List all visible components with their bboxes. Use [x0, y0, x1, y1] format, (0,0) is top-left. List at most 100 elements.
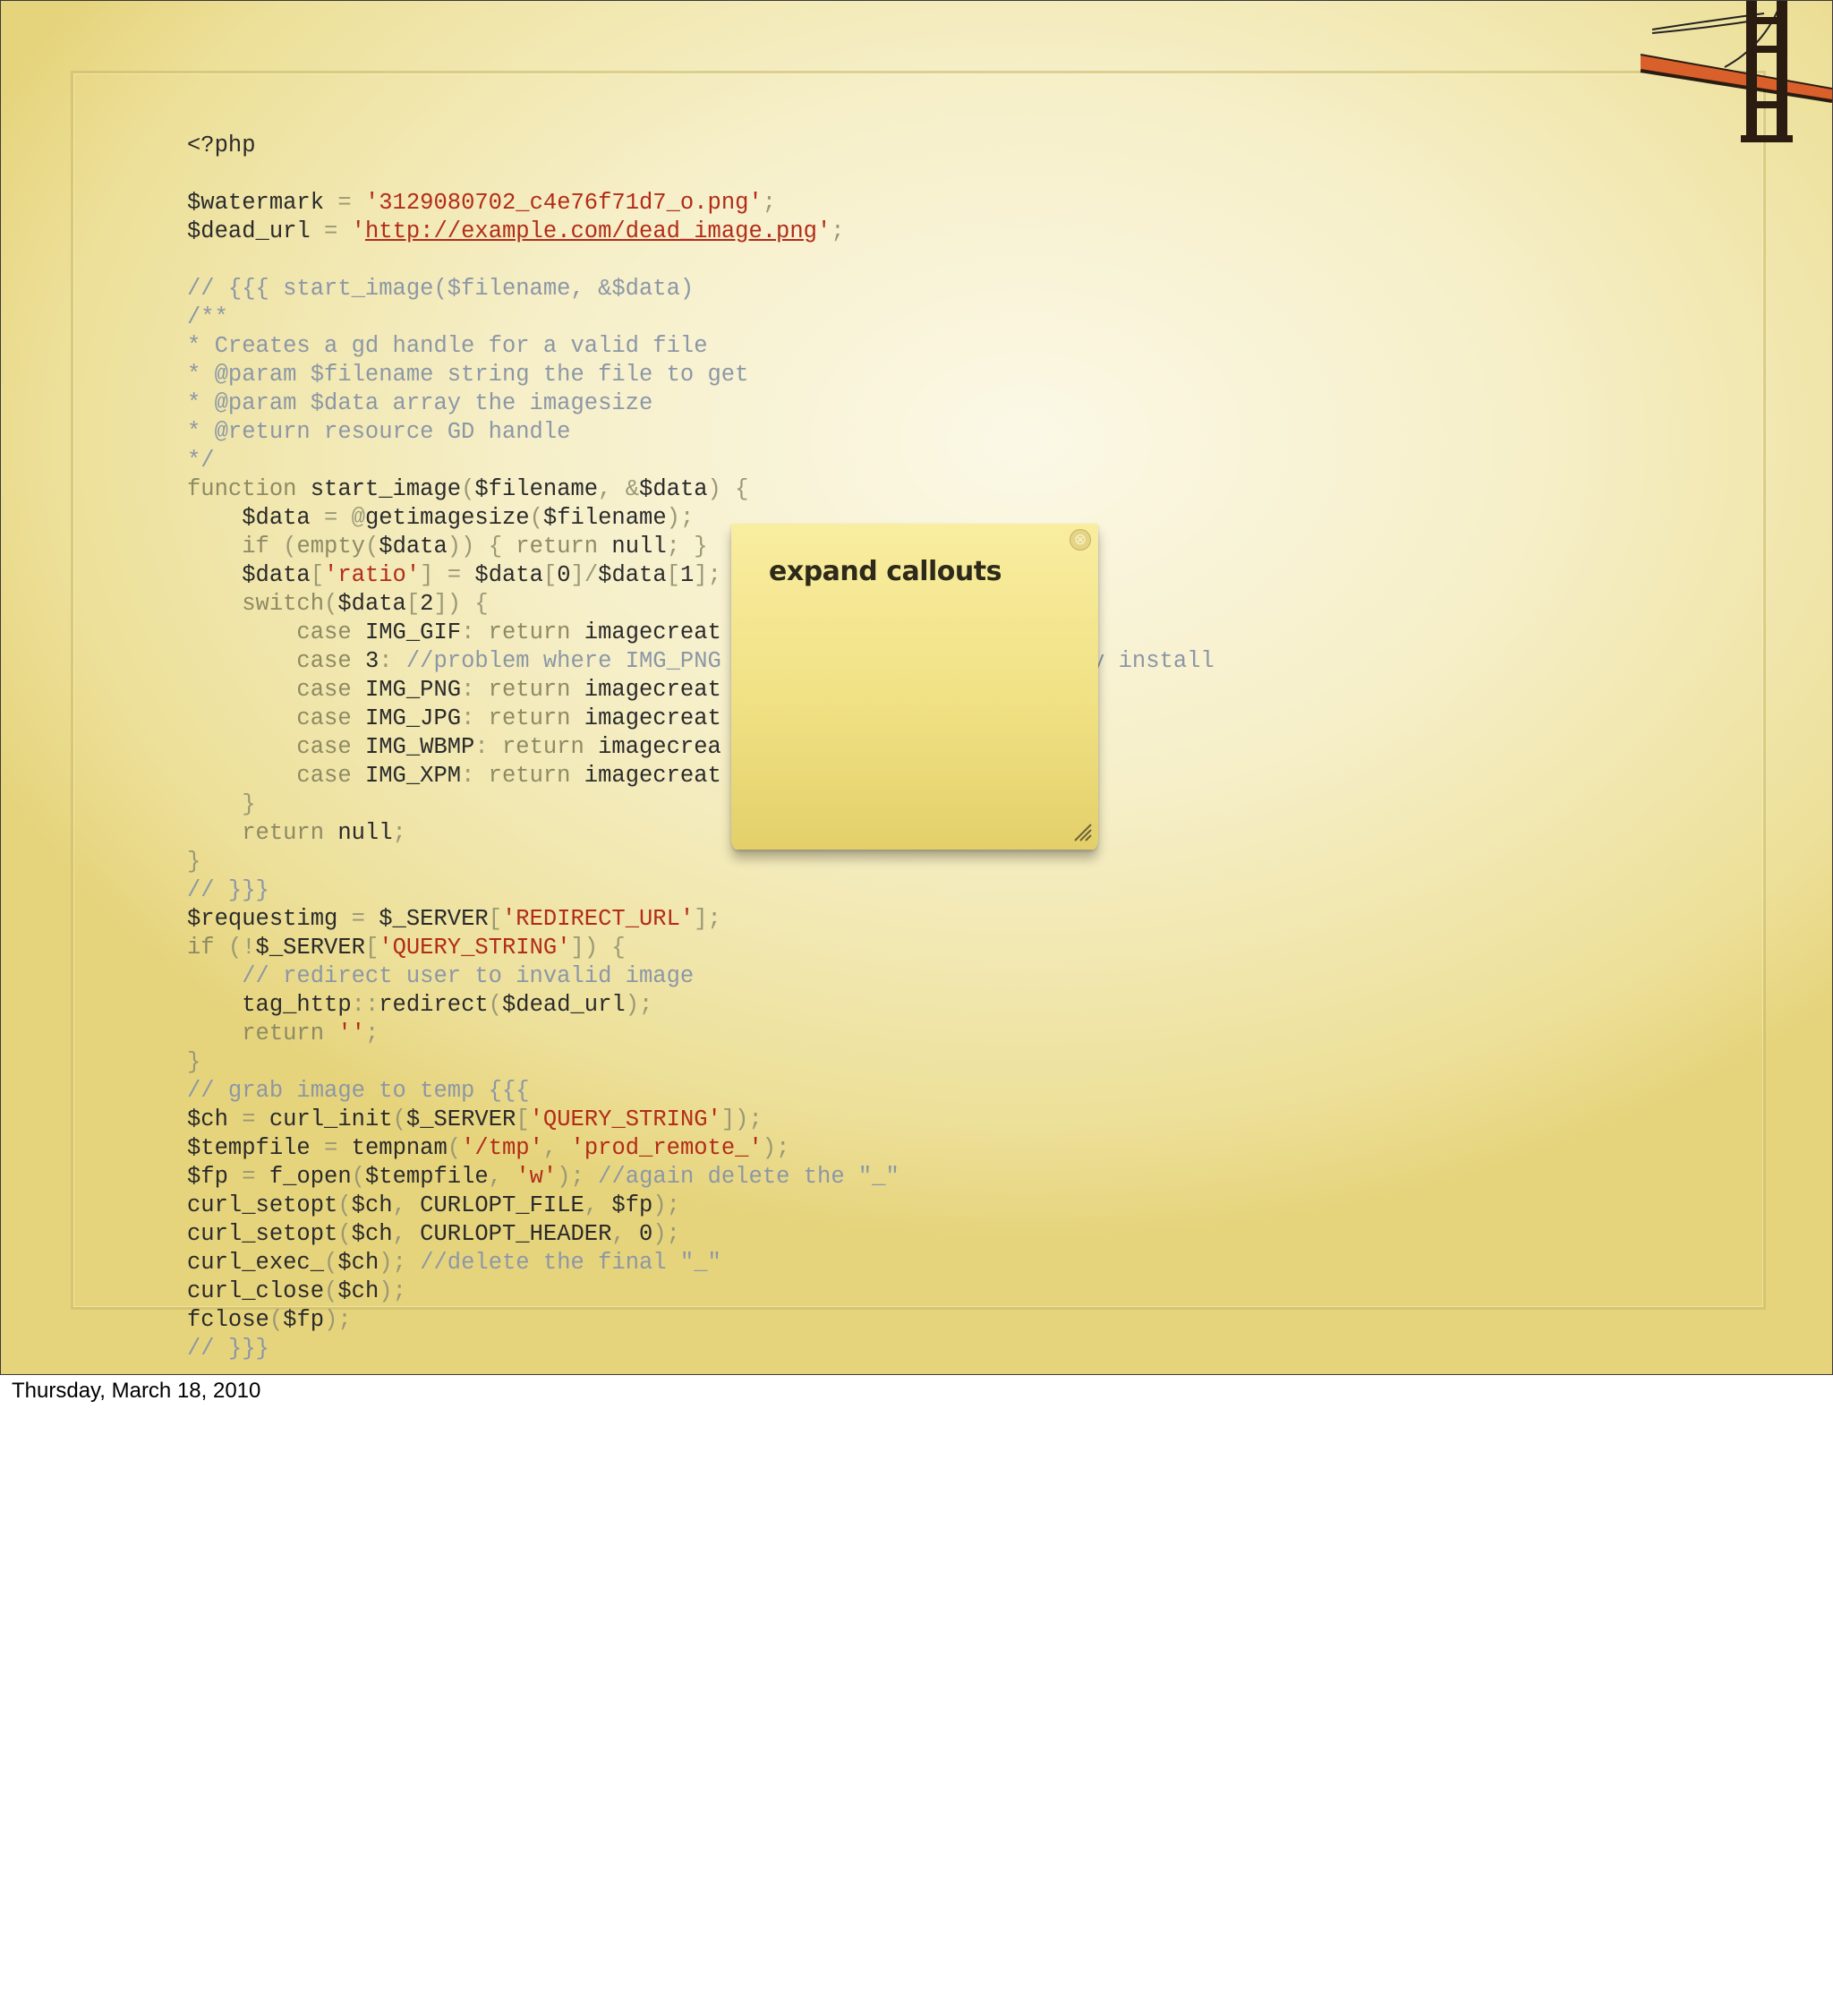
code-line: curl_setopt($ch, CURLOPT_HEADER, 0);	[187, 1220, 1215, 1249]
code-line: $watermark = '3129080702_c4e76f71d7_o.pn…	[187, 189, 1215, 218]
code-token: [	[488, 906, 502, 932]
code-token: empty	[296, 534, 365, 560]
code-token: case	[187, 648, 365, 674]
code-token: (	[364, 534, 379, 560]
code-token: = @	[310, 505, 365, 531]
code-token: $data	[187, 505, 311, 531]
code-token: $fp	[283, 1307, 325, 1333]
code-token: (	[324, 1250, 338, 1276]
code-token: case	[187, 705, 365, 731]
code-token: 0	[639, 1221, 653, 1247]
code-token: ]/	[570, 562, 599, 588]
code-token: ::	[351, 992, 379, 1018]
code-token: ,	[542, 1135, 571, 1161]
code-token: return	[488, 619, 584, 645]
code-token: [	[542, 562, 558, 588]
code-token: (	[324, 591, 338, 617]
code-token: 'w'	[516, 1164, 558, 1190]
code-line: // {{{ start_image($filename, &$data)	[187, 275, 1215, 303]
code-line: $requestimg = $_SERVER['REDIRECT_URL'];	[187, 905, 1215, 934]
code-token: $dead_url	[501, 992, 626, 1018]
code-token: $data	[337, 591, 406, 617]
code-token: // redirect user to invalid image	[187, 963, 695, 989]
code-token: =	[227, 1106, 269, 1132]
code-token: $watermark	[187, 190, 325, 216]
code-token: http://example.com/dead_image.png	[364, 218, 817, 244]
code-token: );	[324, 1307, 352, 1333]
code-token: return	[488, 677, 584, 703]
code-token: $ch	[337, 1250, 379, 1276]
code-token: );	[762, 1135, 790, 1161]
code-token: imagecreat	[584, 763, 721, 789]
code-token: curl_setopt	[187, 1221, 338, 1247]
code-token: //again delete the "_"	[598, 1164, 899, 1190]
code-token: imagecreat	[584, 619, 721, 645]
code-token: null	[337, 820, 393, 846]
code-line: function start_image($filename, &$data) …	[187, 475, 1215, 504]
code-line: curl_setopt($ch, CURLOPT_FILE, $fp);	[187, 1192, 1215, 1220]
code-token: */	[187, 448, 215, 474]
sticky-note[interactable]: ⊗ expand callouts	[731, 524, 1098, 850]
code-token: 'prod_remote_'	[570, 1135, 763, 1161]
code-line: // }}}	[187, 1335, 1215, 1363]
code-token: * @return resource GD handle	[187, 419, 571, 445]
code-token: 1	[679, 562, 695, 588]
code-token: // }}}	[187, 1336, 269, 1362]
code-token: (	[447, 1135, 462, 1161]
code-line: tag_http::redirect($dead_url);	[187, 991, 1215, 1020]
code-line: // grab image to temp {{{	[187, 1077, 1215, 1106]
code-token: $_SERVER	[255, 935, 365, 961]
code-token: imagecreat	[584, 677, 721, 703]
code-line: // }}}	[187, 876, 1215, 905]
code-token: (	[337, 1221, 352, 1247]
code-line: $fp = f_open($tempfile, 'w'); //again de…	[187, 1163, 1215, 1192]
code-token: );	[652, 1192, 680, 1218]
code-token: IMG_XPM	[364, 763, 462, 789]
code-token: );	[625, 992, 653, 1018]
code-token: // {{{ start_image($filename, &$data)	[187, 276, 695, 302]
code-token: :	[461, 619, 489, 645]
code-token: $_SERVER	[405, 1106, 516, 1132]
code-token: ,	[611, 1221, 640, 1247]
code-token: [	[666, 562, 680, 588]
code-token: ]);	[720, 1106, 763, 1132]
code-token: ,	[584, 1192, 612, 1218]
close-icon[interactable]: ⊗	[1070, 529, 1091, 551]
resize-grip-icon[interactable]	[1071, 821, 1093, 842]
code-token: $ch	[187, 1106, 228, 1132]
code-token: $fp	[611, 1192, 653, 1218]
slide: <?php $watermark = '3129080702_c4e76f71d7…	[0, 0, 1833, 1375]
code-token: (	[529, 505, 543, 531]
code-token: redirect	[379, 992, 489, 1018]
code-token: null	[611, 534, 667, 560]
code-token: (	[392, 1106, 406, 1132]
code-token: //delete the final "_"	[420, 1250, 721, 1276]
code-token: =	[310, 1135, 352, 1161]
code-token: $data	[379, 534, 448, 560]
code-token: getimagesize	[364, 505, 530, 531]
code-token: ];	[694, 562, 721, 588]
code-token: ];	[694, 906, 721, 932]
code-token: :	[461, 705, 489, 731]
code-token: ) {	[707, 476, 749, 502]
code-token: [	[516, 1106, 530, 1132]
code-token: [	[310, 562, 325, 588]
code-token: IMG_JPG	[364, 705, 462, 731]
code-token: fclose	[187, 1307, 269, 1333]
code-token: ,	[392, 1221, 421, 1247]
sticky-note-text[interactable]: expand callouts	[769, 556, 1002, 587]
code-token: =	[324, 190, 365, 216]
code-token: case	[187, 763, 365, 789]
code-token: $ch	[351, 1221, 393, 1247]
code-line: */	[187, 447, 1215, 475]
code-token: $ch	[337, 1278, 379, 1304]
code-token: curl_setopt	[187, 1192, 338, 1218]
code-line: $tempfile = tempnam('/tmp', 'prod_remote…	[187, 1134, 1215, 1163]
code-token: if	[187, 534, 284, 560]
code-token: /**	[187, 304, 228, 330]
code-line: curl_exec_($ch); //delete the final "_"	[187, 1249, 1215, 1277]
code-token: <?php	[187, 132, 256, 158]
code-token: $dead_url	[187, 218, 311, 244]
code-token: }	[187, 1049, 201, 1075]
code-token: );	[557, 1164, 599, 1190]
